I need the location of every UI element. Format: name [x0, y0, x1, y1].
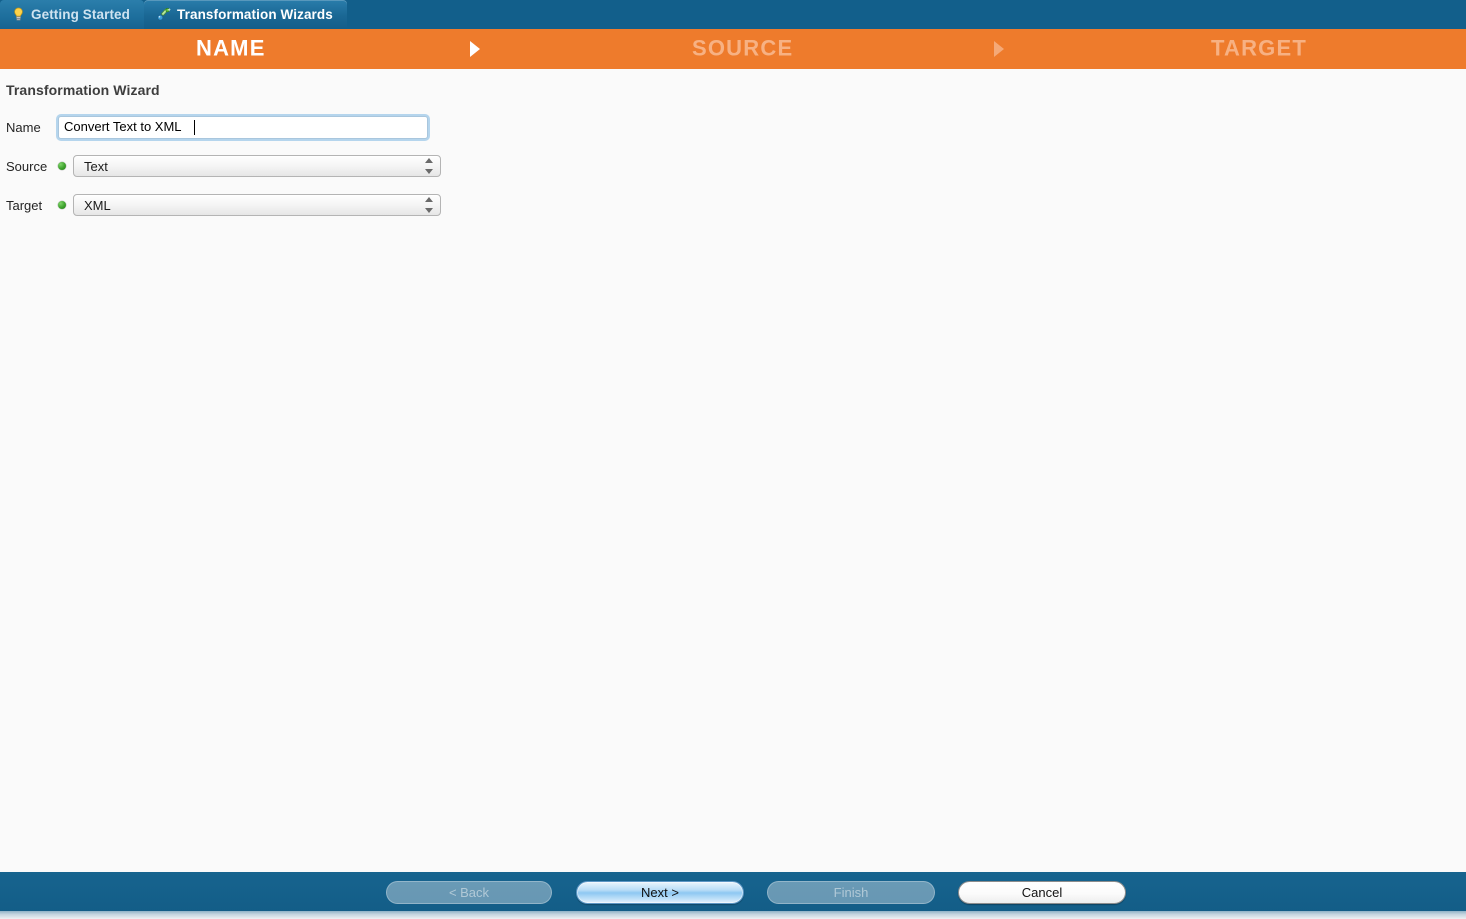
triangle-right-icon: [470, 41, 480, 57]
target-select-value: XML: [84, 197, 111, 213]
tab-getting-started[interactable]: Getting Started: [0, 0, 145, 29]
source-label: Source: [6, 158, 48, 174]
text-caret: [194, 119, 195, 135]
tab-transformation-wizards[interactable]: Transformation Wizards: [144, 0, 347, 29]
form-row-source: Source Text: [0, 153, 1466, 179]
lightbulb-icon: [12, 7, 25, 22]
magic-wand-icon: [156, 7, 171, 22]
form-row-target: Target XML: [0, 192, 1466, 218]
breadcrumb: NAME SOURCE TARGET: [0, 29, 1466, 69]
cancel-button[interactable]: Cancel: [958, 881, 1126, 904]
next-button[interactable]: Next >: [576, 881, 744, 904]
target-select[interactable]: XML: [73, 194, 441, 216]
back-button[interactable]: < Back: [386, 881, 552, 904]
green-status-dot-icon: [58, 201, 66, 209]
source-select-value: Text: [84, 158, 108, 174]
green-status-dot-icon: [58, 162, 66, 170]
wizard-window: Getting Started Transformation Wizards N…: [0, 0, 1466, 919]
name-label: Name: [6, 119, 41, 135]
name-input[interactable]: [58, 115, 428, 139]
finish-button[interactable]: Finish: [767, 881, 935, 904]
tab-bar: Getting Started Transformation Wizards: [0, 0, 1466, 29]
breadcrumb-step-name[interactable]: NAME: [196, 35, 266, 61]
source-select[interactable]: Text: [73, 155, 441, 177]
wizard-footer: < Back Next > Finish Cancel: [0, 872, 1466, 919]
tab-label: Getting Started: [31, 7, 131, 22]
triangle-right-icon: [994, 41, 1004, 57]
wizard-form: Name Source Text: [0, 114, 1466, 218]
form-row-name: Name: [0, 114, 1466, 140]
target-label: Target: [6, 197, 43, 213]
breadcrumb-step-target[interactable]: TARGET: [1211, 35, 1307, 61]
tab-label: Transformation Wizards: [177, 7, 333, 22]
main-content: Transformation Wizard Name Source Text: [0, 69, 1466, 872]
page-title: Transformation Wizard: [6, 82, 160, 98]
breadcrumb-step-source[interactable]: SOURCE: [692, 35, 793, 61]
